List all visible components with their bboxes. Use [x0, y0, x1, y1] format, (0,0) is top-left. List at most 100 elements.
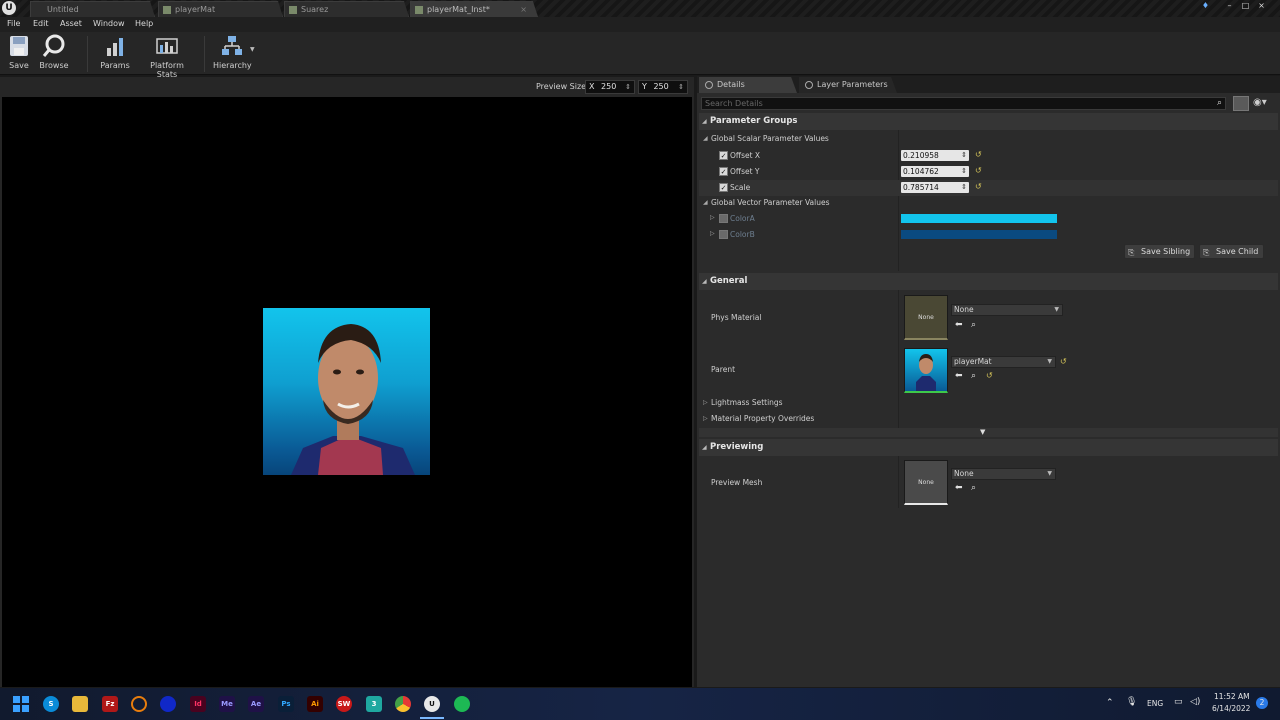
language-indicator[interactable]: ENG: [1147, 699, 1163, 708]
file-explorer-icon[interactable]: [72, 696, 88, 712]
menu-edit[interactable]: Edit: [33, 19, 49, 28]
doc-tab-playermat[interactable]: playerMat: [158, 1, 283, 17]
photoshop-icon[interactable]: Ps: [278, 696, 294, 712]
volume-icon[interactable]: ◁): [1190, 697, 1200, 707]
color-a-swatch[interactable]: [901, 214, 1057, 223]
menu-help[interactable]: Help: [135, 19, 153, 28]
menu-file[interactable]: File: [7, 19, 20, 28]
property-matrix-icon[interactable]: [1233, 96, 1249, 111]
doc-tab-playermat-inst[interactable]: playerMat_Inst* ×: [410, 1, 538, 17]
section-parameter-groups[interactable]: Parameter Groups: [699, 113, 1278, 130]
tab-layer-parameters[interactable]: Layer Parameters: [799, 77, 897, 93]
after-effects-icon[interactable]: Ae: [248, 696, 264, 712]
unreal-engine-icon[interactable]: U: [424, 696, 440, 712]
section-general[interactable]: General: [699, 273, 1278, 290]
use-selected-arrow-icon[interactable]: ⬅: [955, 483, 963, 493]
reset-to-default-icon[interactable]: ↺: [975, 166, 982, 175]
save-sibling-button[interactable]: ⎘ Save Sibling: [1124, 244, 1195, 259]
platform-stats-button[interactable]: Platform Stats: [139, 34, 195, 79]
scale-checkbox[interactable]: ✓: [719, 183, 728, 192]
material-property-overrides-row[interactable]: ▷ Material Property Overrides: [699, 412, 1278, 427]
reset-to-default-icon[interactable]: ↺: [975, 150, 982, 159]
blender-icon[interactable]: [131, 696, 147, 712]
vpn-icon[interactable]: [160, 696, 176, 712]
unreal-logo-icon[interactable]: U: [2, 1, 16, 15]
chrome-icon[interactable]: [395, 696, 411, 712]
3ds-max-icon[interactable]: 3: [366, 696, 382, 712]
close-window-icon[interactable]: ×: [1256, 0, 1267, 11]
reset-to-default-icon[interactable]: ↺: [975, 182, 982, 191]
hierarchy-dropdown-icon[interactable]: ▼: [250, 46, 255, 53]
expand-arrow-icon[interactable]: ▷: [710, 214, 715, 221]
save-child-button[interactable]: ⎘ Save Child: [1199, 244, 1264, 259]
scale-field[interactable]: 0.785714 ⇕: [901, 182, 969, 193]
media-encoder-icon[interactable]: Me: [219, 696, 235, 712]
microphone-icon[interactable]: 🎙: [1126, 697, 1137, 707]
menu-window[interactable]: Window: [93, 19, 125, 28]
offset-y-field[interactable]: 0.104762 ⇕: [901, 166, 969, 177]
hierarchy-button[interactable]: Hierarchy: [213, 34, 252, 70]
view-options-eye-icon[interactable]: ◉▾: [1253, 97, 1267, 108]
preview-mesh-dropdown[interactable]: None ▼: [951, 468, 1056, 480]
color-a-checkbox[interactable]: [719, 214, 728, 223]
offset-x-field[interactable]: 0.210958 ⇕: [901, 150, 969, 161]
minimize-icon[interactable]: –: [1224, 0, 1235, 11]
preview-viewport[interactable]: [2, 97, 692, 687]
params-button[interactable]: Params: [100, 34, 130, 70]
notification-icon[interactable]: ♦: [1200, 0, 1211, 11]
clock-date[interactable]: 6/14/2022: [1212, 704, 1250, 713]
browse-magnifier-icon[interactable]: ⌕: [971, 371, 976, 381]
reset-to-default-icon[interactable]: ↺: [986, 371, 993, 380]
expand-arrow-icon[interactable]: ▷: [703, 415, 708, 422]
spin-arrows-icon[interactable]: ⇕: [625, 81, 631, 93]
search-icon[interactable]: ⌕: [1217, 98, 1222, 109]
section-previewing[interactable]: Previewing: [699, 439, 1278, 456]
search-details-input[interactable]: Search Details ⌕: [701, 97, 1226, 110]
illustrator-icon[interactable]: Ai: [307, 696, 323, 712]
spotify-icon[interactable]: [454, 696, 470, 712]
phys-material-thumbnail[interactable]: None: [904, 295, 948, 340]
parent-thumbnail[interactable]: [904, 348, 948, 393]
preview-mesh-thumbnail[interactable]: None: [904, 460, 948, 505]
color-b-checkbox[interactable]: [719, 230, 728, 239]
save-button[interactable]: Save: [6, 34, 32, 70]
spin-arrows-icon[interactable]: ⇕: [678, 81, 684, 93]
expand-advanced-icon[interactable]: ▼: [980, 428, 985, 436]
lightmass-settings-row[interactable]: ▷ Lightmass Settings: [699, 396, 1278, 411]
show-hidden-icons-icon[interactable]: ⌃: [1106, 698, 1114, 708]
color-b-swatch[interactable]: [901, 230, 1057, 239]
doc-tab-suarez[interactable]: Suarez: [284, 1, 409, 17]
use-selected-arrow-icon[interactable]: ⬅: [955, 320, 963, 330]
solidworks-icon[interactable]: SW: [336, 696, 352, 712]
doc-tab-untitled[interactable]: Untitled: [30, 1, 155, 17]
close-tab-icon[interactable]: ×: [520, 2, 527, 17]
skype-icon[interactable]: S: [43, 696, 59, 712]
maximize-icon[interactable]: □: [1240, 0, 1251, 11]
offset-y-checkbox[interactable]: ✓: [719, 167, 728, 176]
spin-arrows-icon[interactable]: ⇕: [961, 182, 967, 193]
scalar-group-row[interactable]: ◢ Global Scalar Parameter Values: [699, 132, 1278, 146]
expand-triangle-icon[interactable]: ◢: [703, 135, 708, 142]
advanced-expander[interactable]: ▼: [699, 428, 1278, 437]
spin-arrows-icon[interactable]: ⇕: [961, 150, 967, 161]
windows-start-icon[interactable]: [13, 696, 29, 712]
spin-arrows-icon[interactable]: ⇕: [961, 166, 967, 177]
expand-arrow-icon[interactable]: ▷: [710, 230, 715, 237]
network-icon[interactable]: ▭: [1174, 697, 1183, 707]
parent-dropdown[interactable]: playerMat ▼: [951, 356, 1056, 368]
use-selected-arrow-icon[interactable]: ⬅: [955, 371, 963, 381]
expand-triangle-icon[interactable]: ◢: [703, 199, 708, 206]
filezilla-icon[interactable]: Fz: [102, 696, 118, 712]
expand-arrow-icon[interactable]: ▷: [703, 399, 708, 406]
reset-to-default-icon[interactable]: ↺: [1060, 357, 1067, 366]
phys-material-dropdown[interactable]: None ▼: [951, 304, 1063, 316]
indesign-icon[interactable]: Id: [190, 696, 206, 712]
notification-badge[interactable]: 2: [1256, 697, 1268, 709]
browse-button[interactable]: Browse: [38, 34, 70, 70]
vector-group-row[interactable]: ◢ Global Vector Parameter Values: [699, 196, 1278, 210]
menu-asset[interactable]: Asset: [60, 19, 82, 28]
preview-size-x-field[interactable]: X 250 ⇕: [585, 80, 635, 94]
browse-magnifier-icon[interactable]: ⌕: [971, 320, 976, 330]
clock-time[interactable]: 11:52 AM: [1214, 692, 1250, 701]
preview-size-y-field[interactable]: Y 250 ⇕: [638, 80, 688, 94]
